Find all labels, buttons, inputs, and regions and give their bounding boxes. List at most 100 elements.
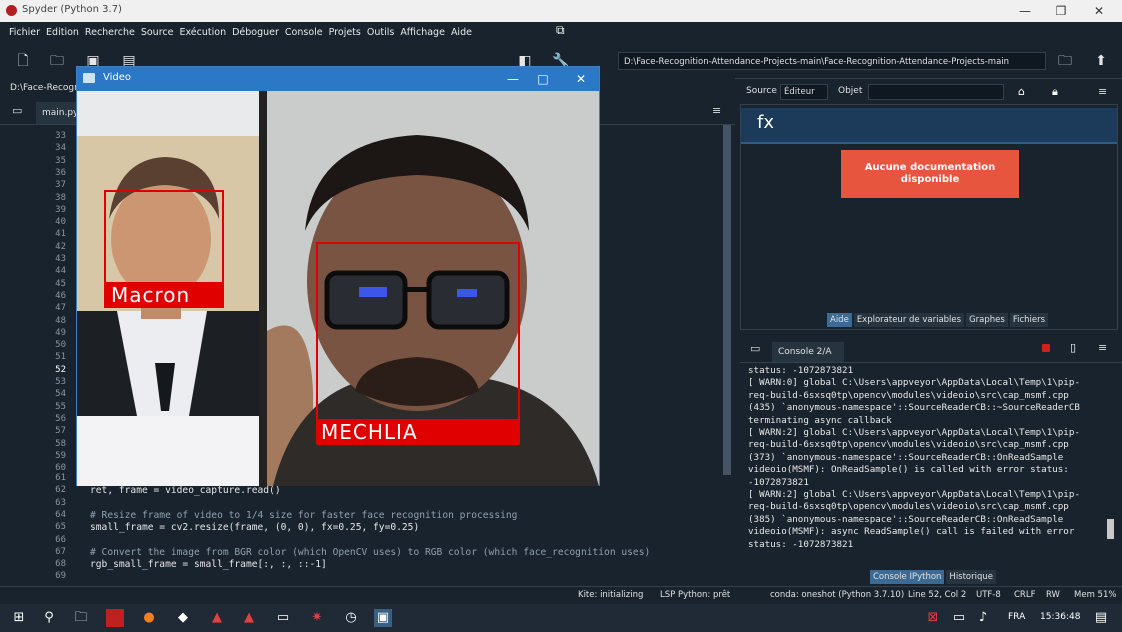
browse-consoles-icon[interactable]: ▭ (750, 342, 760, 355)
video-window[interactable]: Video — □ ✕ Macron MECHLIA (76, 66, 600, 486)
console-line: videoio(MSMF): async ReadSample() call i… (748, 526, 1075, 538)
stop-icon[interactable] (1042, 344, 1050, 352)
parent-directory-icon[interactable]: ⬆ (1092, 52, 1110, 70)
menu-outils[interactable]: Outils (364, 22, 397, 44)
spyder-taskbar-icon[interactable]: ✷ (308, 609, 326, 627)
tab-fichiers[interactable]: Fichiers (1009, 313, 1049, 327)
status-kite: Kite: initializing (578, 590, 644, 600)
console-line: videoio(MSMF): OnReadSample() is called … (748, 464, 1069, 476)
app2-icon[interactable]: ◆ (174, 609, 192, 627)
language-indicator[interactable]: FRA (1008, 612, 1025, 622)
line-number: 37 (55, 180, 66, 191)
menu-fichier[interactable]: Fichier (6, 22, 43, 44)
tab-historique[interactable]: Historique (946, 570, 997, 584)
line-number: 61 (55, 473, 66, 483)
tray-icon[interactable]: ⊠ (924, 609, 942, 627)
browse-tabs-icon[interactable]: ▭ (12, 104, 26, 118)
acrobat-icon[interactable]: ▲ (208, 609, 226, 627)
menu-projets[interactable]: Projets (326, 22, 364, 44)
popout-icon[interactable]: ⧉ (556, 23, 572, 39)
open-file-icon[interactable]: 🗀 (48, 52, 66, 70)
firefox-icon[interactable]: ● (140, 609, 158, 627)
menu-affichage[interactable]: Affichage (397, 22, 448, 44)
line-number: 43 (55, 254, 66, 264)
menu-edition[interactable]: Edition (43, 22, 82, 44)
line-number: 48 (55, 315, 66, 326)
status-memory: Mem 51% (1074, 590, 1117, 600)
editor-scrollbar[interactable] (722, 125, 732, 580)
start-icon[interactable]: ⊞ (10, 609, 28, 627)
browse-folder-icon[interactable]: 🗀 (1056, 52, 1074, 70)
file-explorer-icon[interactable]: 🗀 (72, 609, 90, 627)
minimize-button[interactable]: — (1010, 2, 1040, 20)
line-number: 57 (55, 426, 66, 437)
console-line: status: -1072873821 (748, 538, 854, 550)
code-line: ret, frame = video_capture.read() (90, 485, 281, 497)
tab-console-ipython[interactable]: Console IPython (870, 570, 945, 584)
menu-aide[interactable]: Aide (448, 22, 475, 44)
help-toolbar: Source Éditeur Objet ⌂ 🔒︎ ≡ (740, 80, 1122, 104)
line-number: 45 (55, 278, 66, 289)
menu-source[interactable]: Source (138, 22, 177, 44)
maximize-button[interactable]: ❐ (1046, 2, 1076, 20)
line-number: 42 (55, 241, 66, 252)
working-directory-field[interactable]: D:\Face-Recognition-Attendance-Projects-… (618, 52, 1046, 70)
lock-icon[interactable]: 🔒︎ (1052, 85, 1058, 99)
line-number: 41 (55, 229, 66, 240)
clear-console-icon[interactable]: ▯ (1070, 341, 1076, 354)
window-icon[interactable]: ▭ (274, 609, 292, 627)
line-number: 51 (55, 352, 66, 363)
help-object-input[interactable] (868, 84, 1004, 100)
video-taskbar-icon[interactable]: ▣ (374, 609, 392, 627)
code-line: rgb_small_frame = small_frame[:, :, ::-1… (90, 559, 327, 571)
volume-icon[interactable]: ♪ (974, 609, 992, 627)
status-conda: conda: oneshot (Python 3.7.10) (770, 590, 905, 600)
console-options-icon[interactable]: ≡ (1098, 341, 1107, 354)
console-scrollbar[interactable] (1106, 364, 1116, 568)
menu-deboguer[interactable]: Déboguer (229, 22, 282, 44)
close-button[interactable]: ✕ (1084, 2, 1114, 20)
console-output[interactable]: status: -1072873821 [ WARN:0] global C:\U… (740, 364, 1108, 568)
pdf-icon[interactable]: ▲ (240, 609, 258, 627)
line-number: 33 (55, 131, 66, 141)
menu-recherche[interactable]: Recherche (82, 22, 138, 44)
new-file-icon[interactable]: 🗋 (14, 52, 32, 70)
notifications-icon[interactable]: ▤ (1092, 609, 1110, 627)
tab-graphes[interactable]: Graphes (966, 313, 1008, 327)
taskbar-clock[interactable]: 15:36:48 (1040, 612, 1080, 622)
console-line: [ WARN:0] global C:\Users\appveyor\AppDa… (748, 377, 1080, 389)
line-number: 60 (55, 463, 66, 474)
menu-console[interactable]: Console (282, 22, 326, 44)
video-maximize-button[interactable]: □ (533, 70, 553, 88)
line-number: 35 (55, 155, 66, 166)
line-number: 62 (55, 485, 66, 496)
video-close-button[interactable]: ✕ (571, 70, 591, 88)
video-minimize-button[interactable]: — (503, 70, 523, 88)
tab-variable-explorer[interactable]: Explorateur de variables (853, 313, 965, 327)
video-title: Video (103, 72, 132, 83)
help-source-label: Source (746, 86, 777, 96)
help-tabs: Aide Explorateur de variables Graphes Fichi… (827, 312, 1050, 327)
app-icon[interactable] (106, 609, 124, 627)
console-tabbar: ▭ Console 2/A ✕ ▯ ≡ (740, 336, 1122, 377)
code-line: small_frame = cv2.resize(frame, (0, 0), … (90, 522, 420, 534)
network-icon[interactable]: ▭ (950, 609, 968, 627)
help-options-icon[interactable]: ≡ (1098, 85, 1107, 98)
video-titlebar[interactable]: Video — □ ✕ (77, 67, 599, 91)
tab-console[interactable]: Console 2/A ✕ (772, 342, 844, 377)
line-number: 49 (55, 327, 66, 338)
search-icon[interactable]: ⚲ (40, 609, 58, 627)
status-encoding: UTF-8 (976, 590, 1001, 600)
help-source-select[interactable]: Éditeur (780, 84, 828, 100)
line-number: 38 (55, 192, 66, 203)
no-documentation-box: Aucune documentation disponible (841, 150, 1019, 198)
home-icon[interactable]: ⌂ (1018, 85, 1025, 98)
line-number: 34 (55, 143, 66, 154)
line-number: 59 (55, 450, 66, 461)
menu-execution[interactable]: Exécution (176, 22, 229, 44)
tab-aide[interactable]: Aide (827, 313, 852, 327)
editor-options-icon[interactable]: ≡ (712, 104, 726, 118)
clock-app-icon[interactable]: ◷ (342, 609, 360, 627)
help-pane: fx Aucune documentation disponible Aide E… (740, 104, 1118, 330)
console-line: terminating async callback (748, 414, 892, 426)
